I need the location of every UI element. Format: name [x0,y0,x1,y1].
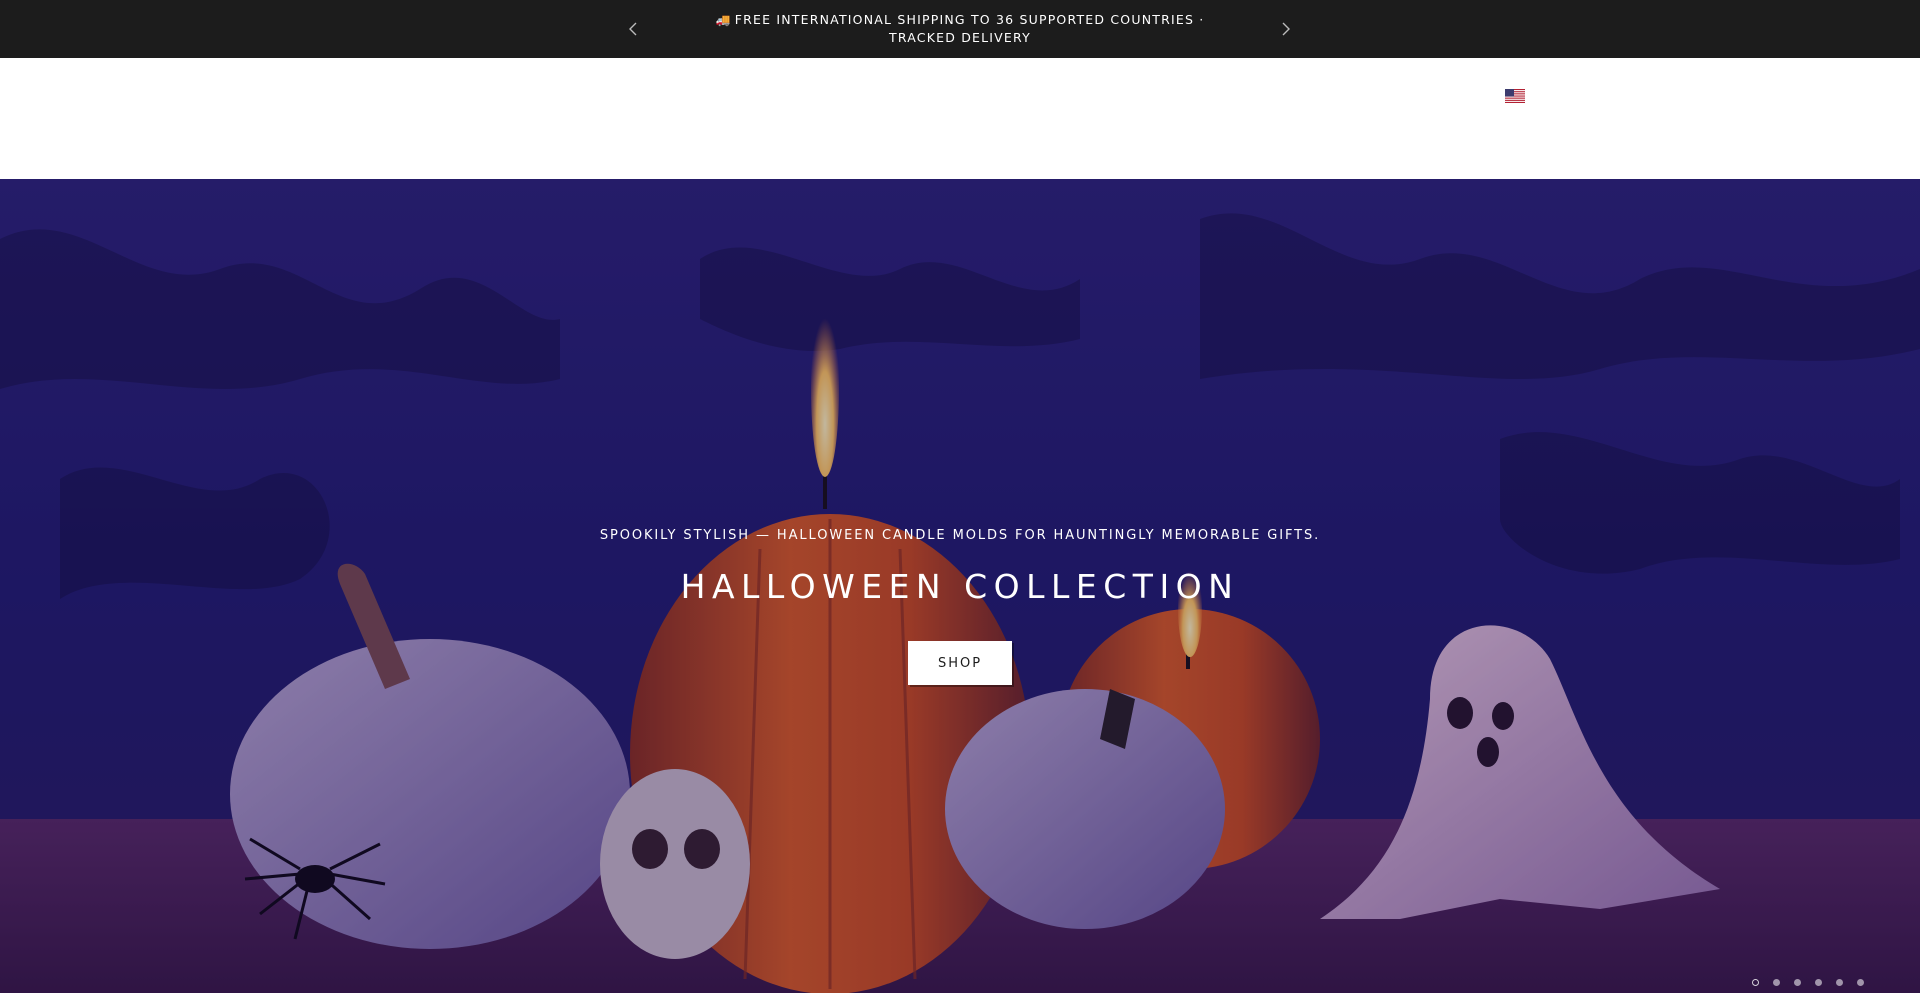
announcement-prev-button[interactable] [621,17,645,41]
slide-dot-1[interactable] [1752,978,1759,986]
chevron-left-icon [629,22,637,36]
announcement-line-2: TRACKED DELIVERY [889,30,1031,45]
announcement-bar: 🚚 FREE INTERNATIONAL SHIPPING TO 36 SUPPO… [0,0,1920,58]
locale-selector[interactable] [1505,88,1525,103]
chevron-right-icon [1282,22,1290,36]
slide-dot-2[interactable] [1773,978,1780,986]
hero-content: SPOOKILY STYLISH — HALLOWEEN CANDLE MOLD… [0,179,1920,993]
slide-dot-6[interactable] [1857,978,1864,986]
slide-dot-4[interactable] [1815,978,1822,986]
truck-icon: 🚚 [715,13,732,27]
site-header [0,58,1920,179]
slide-dot-3[interactable] [1794,978,1801,986]
slide-dot-5[interactable] [1836,978,1843,986]
announcement-text: 🚚 FREE INTERNATIONAL SHIPPING TO 36 SUPPO… [700,11,1220,47]
hero-banner: SPOOKILY STYLISH — HALLOWEEN CANDLE MOLD… [0,179,1920,993]
us-flag-icon [1505,89,1525,103]
slideshow-pagination [1752,976,1864,988]
announcement-next-button[interactable] [1274,17,1298,41]
announcement-line-1: FREE INTERNATIONAL SHIPPING TO 36 SUPPOR… [734,12,1205,27]
hero-title: HALLOWEEN COLLECTION [680,567,1240,606]
hero-subtitle: SPOOKILY STYLISH — HALLOWEEN CANDLE MOLD… [599,528,1321,543]
shop-button[interactable]: SHOP [908,641,1012,685]
